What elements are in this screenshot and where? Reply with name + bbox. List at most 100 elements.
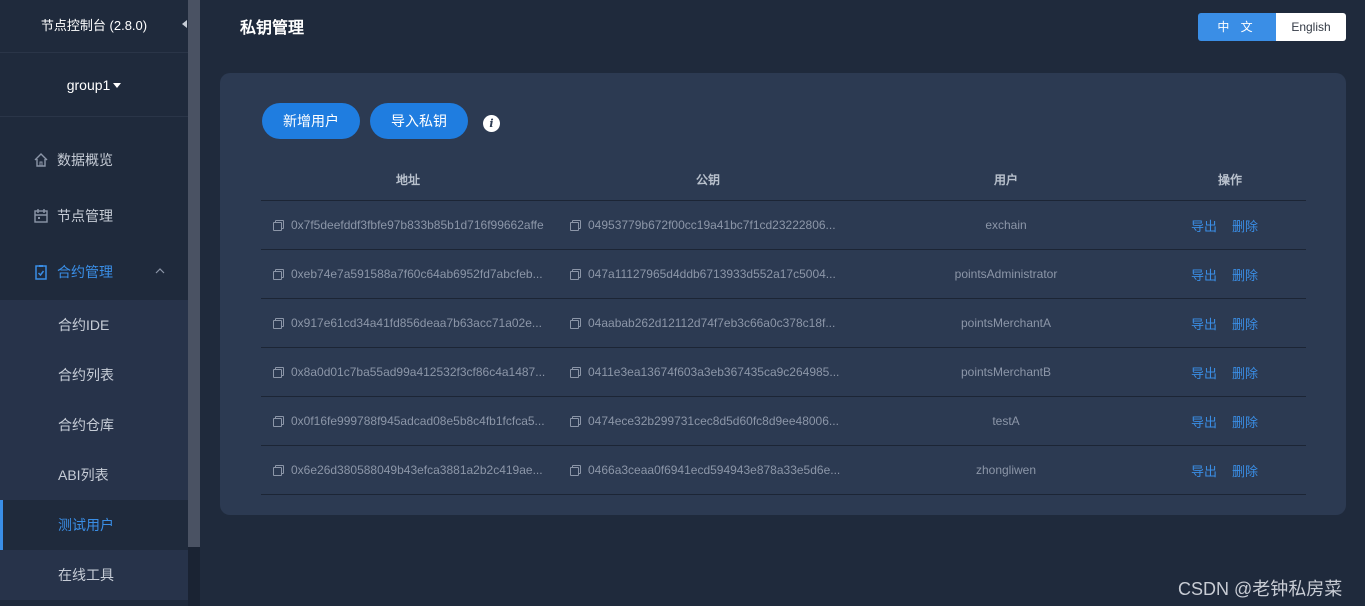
column-header-actions: 操作 bbox=[1218, 172, 1243, 187]
pubkey-text: 0411e3ea13674f603a3eb367435ca9c264985... bbox=[588, 365, 840, 379]
address-cell: 0x8a0d01c7ba55ad99a412532f3cf86c4a1487..… bbox=[273, 348, 563, 396]
address-text: 0x917e61cd34a41fd856deaa7b63acc71a02e... bbox=[291, 316, 542, 330]
sidebar-scrollbar-thumb[interactable] bbox=[188, 0, 200, 547]
copy-icon[interactable] bbox=[570, 416, 581, 427]
delete-link[interactable]: 删除 bbox=[1232, 461, 1258, 480]
column-header-address: 地址 bbox=[396, 172, 421, 187]
actions-cell: 导出 删除 bbox=[1191, 250, 1291, 298]
address-cell: 0x917e61cd34a41fd856deaa7b63acc71a02e... bbox=[273, 299, 563, 347]
address-cell: 0xeb74e7a591588a7f60c64ab6952fd7abcfeb..… bbox=[273, 250, 563, 298]
copy-icon[interactable] bbox=[570, 465, 581, 476]
actions-cell: 导出 删除 bbox=[1191, 397, 1291, 445]
submenu-label: 合约仓库 bbox=[58, 417, 114, 433]
submenu-item-contract-repo[interactable]: 合约仓库 bbox=[0, 400, 188, 450]
table-row: 0x6e26d380588049b43efca3881a2b2c419ae...… bbox=[261, 446, 1306, 495]
language-switch: 中 文 English bbox=[1198, 13, 1346, 41]
user-cell: zhongliwen bbox=[975, 463, 1037, 477]
submenu-item-online-tools[interactable]: 在线工具 bbox=[0, 550, 188, 600]
export-link[interactable]: 导出 bbox=[1191, 461, 1217, 480]
user-cell: testA bbox=[992, 414, 1020, 428]
delete-link[interactable]: 删除 bbox=[1232, 314, 1258, 333]
address-cell: 0x7f5deefddf3fbfe97b833b85b1d716f99662af… bbox=[273, 201, 563, 249]
submenu-item-abi-list[interactable]: ABI列表 bbox=[0, 450, 188, 500]
copy-icon[interactable] bbox=[570, 318, 581, 329]
user-cell: pointsMerchantB bbox=[960, 365, 1052, 379]
user-cell: pointsAdministrator bbox=[954, 267, 1058, 281]
watermark: CSDN @老钟私房菜 bbox=[1178, 579, 1343, 599]
submenu-label: 在线工具 bbox=[58, 567, 114, 583]
table-row: 0x8a0d01c7ba55ad99a412532f3cf86c4a1487..… bbox=[261, 348, 1306, 397]
actions-cell: 导出 删除 bbox=[1191, 201, 1291, 249]
key-table: 地址 公钥 用户 操作 0x7f5deefddf3fbfe97b833b85b1… bbox=[261, 159, 1306, 495]
info-icon[interactable]: i bbox=[483, 115, 500, 132]
user-cell: exchain bbox=[985, 218, 1027, 232]
pubkey-cell: 047a11127965d4ddb6713933d552a17c5004... bbox=[570, 250, 860, 298]
table-header: 地址 公钥 用户 操作 bbox=[261, 159, 1306, 201]
caret-down-icon bbox=[113, 83, 122, 88]
menu-item-nodes[interactable]: 节点管理 bbox=[0, 191, 188, 241]
actions-cell: 导出 删除 bbox=[1191, 446, 1291, 494]
menu-item-contracts[interactable]: 合约管理 bbox=[0, 247, 188, 297]
delete-link[interactable]: 删除 bbox=[1232, 412, 1258, 431]
address-text: 0xeb74e7a591588a7f60c64ab6952fd7abcfeb..… bbox=[291, 267, 543, 281]
collapse-sidebar-icon[interactable] bbox=[182, 20, 187, 28]
export-link[interactable]: 导出 bbox=[1191, 363, 1217, 382]
delete-link[interactable]: 删除 bbox=[1232, 265, 1258, 284]
pubkey-text: 0466a3ceaa0f6941ecd594943e878a33e5d6e... bbox=[588, 463, 841, 477]
address-text: 0x0f16fe999788f945adcad08e5b8c4fb1fcfca5… bbox=[291, 414, 545, 428]
group-label: group1 bbox=[66, 77, 111, 93]
table-row: 0x7f5deefddf3fbfe97b833b85b1d716f99662af… bbox=[261, 201, 1306, 250]
pubkey-cell: 04aabab262d12112d74f7eb3c66a0c378c18f... bbox=[570, 299, 860, 347]
user-cell: pointsMerchantA bbox=[960, 316, 1052, 330]
pubkey-text: 04953779b672f00cc19a41bc7f1cd23222806... bbox=[588, 218, 836, 232]
copy-icon[interactable] bbox=[570, 269, 581, 280]
copy-icon[interactable] bbox=[273, 367, 284, 378]
lang-chinese-button[interactable]: 中 文 bbox=[1198, 13, 1276, 41]
pubkey-cell: 0411e3ea13674f603a3eb367435ca9c264985... bbox=[570, 348, 860, 396]
copy-icon[interactable] bbox=[570, 367, 581, 378]
export-link[interactable]: 导出 bbox=[1191, 265, 1217, 284]
column-header-pubkey: 公钥 bbox=[696, 172, 721, 187]
copy-icon[interactable] bbox=[273, 269, 284, 280]
submenu-label: 合约IDE bbox=[58, 317, 110, 333]
home-icon bbox=[34, 153, 48, 167]
copy-icon[interactable] bbox=[273, 465, 284, 476]
submenu-item-test-users[interactable]: 测试用户 bbox=[0, 500, 188, 550]
pubkey-cell: 0466a3ceaa0f6941ecd594943e878a33e5d6e... bbox=[570, 446, 860, 494]
menu-label-contracts: 合约管理 bbox=[57, 264, 113, 280]
copy-icon[interactable] bbox=[273, 318, 284, 329]
export-link[interactable]: 导出 bbox=[1191, 314, 1217, 333]
pubkey-cell: 0474ece32b299731cec8d5d60fc8d9ee48006... bbox=[570, 397, 860, 445]
copy-icon[interactable] bbox=[273, 416, 284, 427]
table-body: 0x7f5deefddf3fbfe97b833b85b1d716f99662af… bbox=[261, 201, 1306, 495]
calendar-icon bbox=[34, 209, 48, 223]
import-key-button[interactable]: 导入私钥 bbox=[370, 103, 468, 139]
menu-label-nodes: 节点管理 bbox=[57, 208, 113, 224]
chevron-up-icon bbox=[155, 268, 165, 274]
address-text: 0x6e26d380588049b43efca3881a2b2c419ae... bbox=[291, 463, 543, 477]
column-header-user: 用户 bbox=[994, 172, 1019, 187]
export-link[interactable]: 导出 bbox=[1191, 412, 1217, 431]
delete-link[interactable]: 删除 bbox=[1232, 216, 1258, 235]
menu-item-overview[interactable]: 数据概览 bbox=[0, 135, 188, 185]
table-row: 0x0f16fe999788f945adcad08e5b8c4fb1fcfca5… bbox=[261, 397, 1306, 446]
add-user-button[interactable]: 新增用户 bbox=[262, 103, 360, 139]
lang-english-button[interactable]: English bbox=[1276, 13, 1346, 41]
pubkey-cell: 04953779b672f00cc19a41bc7f1cd23222806... bbox=[570, 201, 860, 249]
copy-icon[interactable] bbox=[570, 220, 581, 231]
submenu-item-contract-ide[interactable]: 合约IDE bbox=[0, 300, 188, 350]
group-selector[interactable]: group1 bbox=[0, 53, 188, 117]
address-cell: 0x0f16fe999788f945adcad08e5b8c4fb1fcfca5… bbox=[273, 397, 563, 445]
pubkey-text: 0474ece32b299731cec8d5d60fc8d9ee48006... bbox=[588, 414, 839, 428]
copy-icon[interactable] bbox=[273, 220, 284, 231]
submenu-label: 测试用户 bbox=[58, 517, 114, 533]
pubkey-text: 047a11127965d4ddb6713933d552a17c5004... bbox=[588, 267, 836, 281]
actions-cell: 导出 删除 bbox=[1191, 299, 1291, 347]
clipboard-icon bbox=[35, 265, 47, 280]
submenu-label: ABI列表 bbox=[58, 467, 109, 483]
submenu-item-contract-list[interactable]: 合约列表 bbox=[0, 350, 188, 400]
address-text: 0x8a0d01c7ba55ad99a412532f3cf86c4a1487..… bbox=[291, 365, 546, 379]
delete-link[interactable]: 删除 bbox=[1232, 363, 1258, 382]
export-link[interactable]: 导出 bbox=[1191, 216, 1217, 235]
submenu-label: 合约列表 bbox=[58, 367, 114, 383]
